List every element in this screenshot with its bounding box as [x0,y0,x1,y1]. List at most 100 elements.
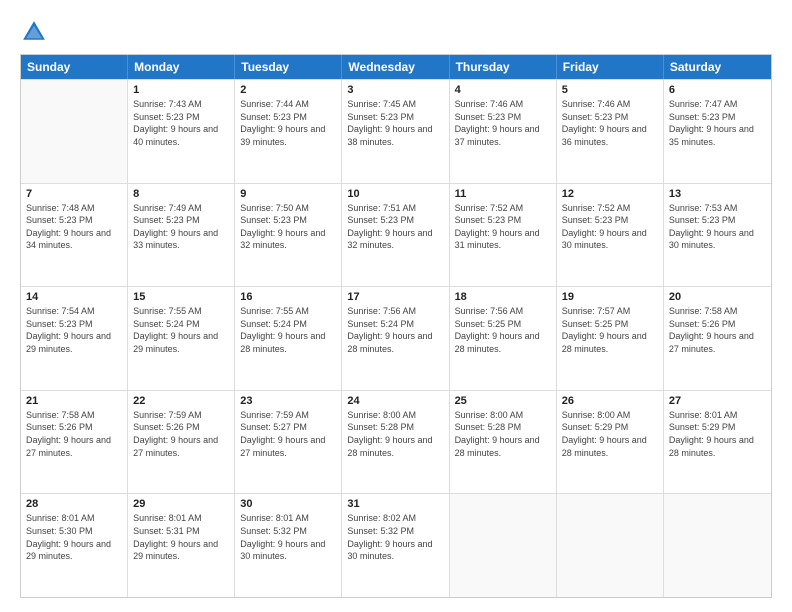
calendar-header: SundayMondayTuesdayWednesdayThursdayFrid… [21,55,771,79]
cal-cell-24: 24 Sunrise: 8:00 AMSunset: 5:28 PMDayligh… [342,391,449,494]
cell-day-number: 6 [669,84,766,96]
cal-cell-12: 12 Sunrise: 7:52 AMSunset: 5:23 PMDayligh… [557,184,664,287]
cell-info: Sunrise: 7:44 AMSunset: 5:23 PMDaylight:… [240,98,336,148]
cal-cell-26: 26 Sunrise: 8:00 AMSunset: 5:29 PMDayligh… [557,391,664,494]
cell-info: Sunrise: 7:52 AMSunset: 5:23 PMDaylight:… [562,202,658,252]
header-day-friday: Friday [557,55,664,79]
week-row-1: 1 Sunrise: 7:43 AMSunset: 5:23 PMDaylight… [21,79,771,183]
cell-info: Sunrise: 8:01 AMSunset: 5:31 PMDaylight:… [133,512,229,562]
cell-day-number: 29 [133,498,229,510]
cell-day-number: 22 [133,395,229,407]
calendar: SundayMondayTuesdayWednesdayThursdayFrid… [20,54,772,598]
cell-info: Sunrise: 7:46 AMSunset: 5:23 PMDaylight:… [562,98,658,148]
header-day-saturday: Saturday [664,55,771,79]
cell-info: Sunrise: 7:56 AMSunset: 5:25 PMDaylight:… [455,305,551,355]
cell-info: Sunrise: 7:56 AMSunset: 5:24 PMDaylight:… [347,305,443,355]
cal-cell-11: 11 Sunrise: 7:52 AMSunset: 5:23 PMDayligh… [450,184,557,287]
cal-cell-5: 5 Sunrise: 7:46 AMSunset: 5:23 PMDaylight… [557,80,664,183]
cell-info: Sunrise: 8:00 AMSunset: 5:28 PMDaylight:… [455,409,551,459]
cell-day-number: 16 [240,291,336,303]
cell-info: Sunrise: 7:59 AMSunset: 5:27 PMDaylight:… [240,409,336,459]
cell-day-number: 8 [133,188,229,200]
cell-info: Sunrise: 8:00 AMSunset: 5:28 PMDaylight:… [347,409,443,459]
cell-day-number: 4 [455,84,551,96]
cell-day-number: 25 [455,395,551,407]
cell-info: Sunrise: 7:51 AMSunset: 5:23 PMDaylight:… [347,202,443,252]
cell-day-number: 15 [133,291,229,303]
header-day-sunday: Sunday [21,55,128,79]
cell-info: Sunrise: 8:00 AMSunset: 5:29 PMDaylight:… [562,409,658,459]
cell-info: Sunrise: 7:48 AMSunset: 5:23 PMDaylight:… [26,202,122,252]
cal-cell-20: 20 Sunrise: 7:58 AMSunset: 5:26 PMDayligh… [664,287,771,390]
cell-info: Sunrise: 7:43 AMSunset: 5:23 PMDaylight:… [133,98,229,148]
cell-info: Sunrise: 7:46 AMSunset: 5:23 PMDaylight:… [455,98,551,148]
cell-day-number: 26 [562,395,658,407]
cal-cell-9: 9Sunrise: 7:50 AMSunset: 5:23 PMDaylight… [235,184,342,287]
cal-cell-empty-4-6 [664,494,771,597]
logo-icon [20,18,48,46]
cal-cell-17: 17 Sunrise: 7:56 AMSunset: 5:24 PMDayligh… [342,287,449,390]
cell-day-number: 3 [347,84,443,96]
cell-info: Sunrise: 8:01 AMSunset: 5:29 PMDaylight:… [669,409,766,459]
cal-cell-6: 6Sunrise: 7:47 AMSunset: 5:23 PMDaylight… [664,80,771,183]
cal-cell-empty-0-0 [21,80,128,183]
cell-info: Sunrise: 7:59 AMSunset: 5:26 PMDaylight:… [133,409,229,459]
week-row-5: 28 Sunrise: 8:01 AMSunset: 5:30 PMDayligh… [21,493,771,597]
cell-info: Sunrise: 7:45 AMSunset: 5:23 PMDaylight:… [347,98,443,148]
week-row-3: 14 Sunrise: 7:54 AMSunset: 5:23 PMDayligh… [21,286,771,390]
cell-info: Sunrise: 7:57 AMSunset: 5:25 PMDaylight:… [562,305,658,355]
cell-day-number: 23 [240,395,336,407]
cal-cell-15: 15 Sunrise: 7:55 AMSunset: 5:24 PMDayligh… [128,287,235,390]
cell-day-number: 14 [26,291,122,303]
cell-day-number: 1 [133,84,229,96]
cell-day-number: 20 [669,291,766,303]
cell-info: Sunrise: 7:55 AMSunset: 5:24 PMDaylight:… [133,305,229,355]
cell-day-number: 9 [240,188,336,200]
cal-cell-18: 18 Sunrise: 7:56 AMSunset: 5:25 PMDayligh… [450,287,557,390]
cal-cell-21: 21Sunrise: 7:58 AMSunset: 5:26 PMDayligh… [21,391,128,494]
cal-cell-empty-4-4 [450,494,557,597]
cell-info: Sunrise: 8:01 AMSunset: 5:32 PMDaylight:… [240,512,336,562]
cell-day-number: 18 [455,291,551,303]
cal-cell-27: 27 Sunrise: 8:01 AMSunset: 5:29 PMDayligh… [664,391,771,494]
cell-info: Sunrise: 7:58 AMSunset: 5:26 PMDaylight:… [669,305,766,355]
cell-info: Sunrise: 7:52 AMSunset: 5:23 PMDaylight:… [455,202,551,252]
cell-info: Sunrise: 7:54 AMSunset: 5:23 PMDaylight:… [26,305,122,355]
cal-cell-empty-4-5 [557,494,664,597]
cell-day-number: 31 [347,498,443,510]
cal-cell-25: 25 Sunrise: 8:00 AMSunset: 5:28 PMDayligh… [450,391,557,494]
cell-day-number: 19 [562,291,658,303]
cell-day-number: 12 [562,188,658,200]
cell-day-number: 17 [347,291,443,303]
cal-cell-14: 14 Sunrise: 7:54 AMSunset: 5:23 PMDayligh… [21,287,128,390]
cal-cell-31: 31 Sunrise: 8:02 AMSunset: 5:32 PMDayligh… [342,494,449,597]
cal-cell-30: 30 Sunrise: 8:01 AMSunset: 5:32 PMDayligh… [235,494,342,597]
logo [20,18,52,46]
cell-day-number: 28 [26,498,122,510]
cell-day-number: 27 [669,395,766,407]
cell-day-number: 11 [455,188,551,200]
cell-info: Sunrise: 7:53 AMSunset: 5:23 PMDaylight:… [669,202,766,252]
cal-cell-7: 7Sunrise: 7:48 AMSunset: 5:23 PMDaylight… [21,184,128,287]
calendar-body: 1 Sunrise: 7:43 AMSunset: 5:23 PMDaylight… [21,79,771,597]
header-day-tuesday: Tuesday [235,55,342,79]
header [20,18,772,46]
cell-info: Sunrise: 8:02 AMSunset: 5:32 PMDaylight:… [347,512,443,562]
cal-cell-4: 4 Sunrise: 7:46 AMSunset: 5:23 PMDaylight… [450,80,557,183]
cell-info: Sunrise: 7:49 AMSunset: 5:23 PMDaylight:… [133,202,229,252]
cal-cell-10: 10 Sunrise: 7:51 AMSunset: 5:23 PMDayligh… [342,184,449,287]
cell-info: Sunrise: 8:01 AMSunset: 5:30 PMDaylight:… [26,512,122,562]
cal-cell-8: 8 Sunrise: 7:49 AMSunset: 5:23 PMDaylight… [128,184,235,287]
cell-day-number: 24 [347,395,443,407]
cal-cell-29: 29 Sunrise: 8:01 AMSunset: 5:31 PMDayligh… [128,494,235,597]
cell-day-number: 21 [26,395,122,407]
cell-info: Sunrise: 7:55 AMSunset: 5:24 PMDaylight:… [240,305,336,355]
cal-cell-2: 2 Sunrise: 7:44 AMSunset: 5:23 PMDaylight… [235,80,342,183]
cell-day-number: 5 [562,84,658,96]
cell-day-number: 30 [240,498,336,510]
cell-day-number: 10 [347,188,443,200]
cal-cell-13: 13 Sunrise: 7:53 AMSunset: 5:23 PMDayligh… [664,184,771,287]
cell-day-number: 13 [669,188,766,200]
cell-day-number: 2 [240,84,336,96]
header-day-monday: Monday [128,55,235,79]
